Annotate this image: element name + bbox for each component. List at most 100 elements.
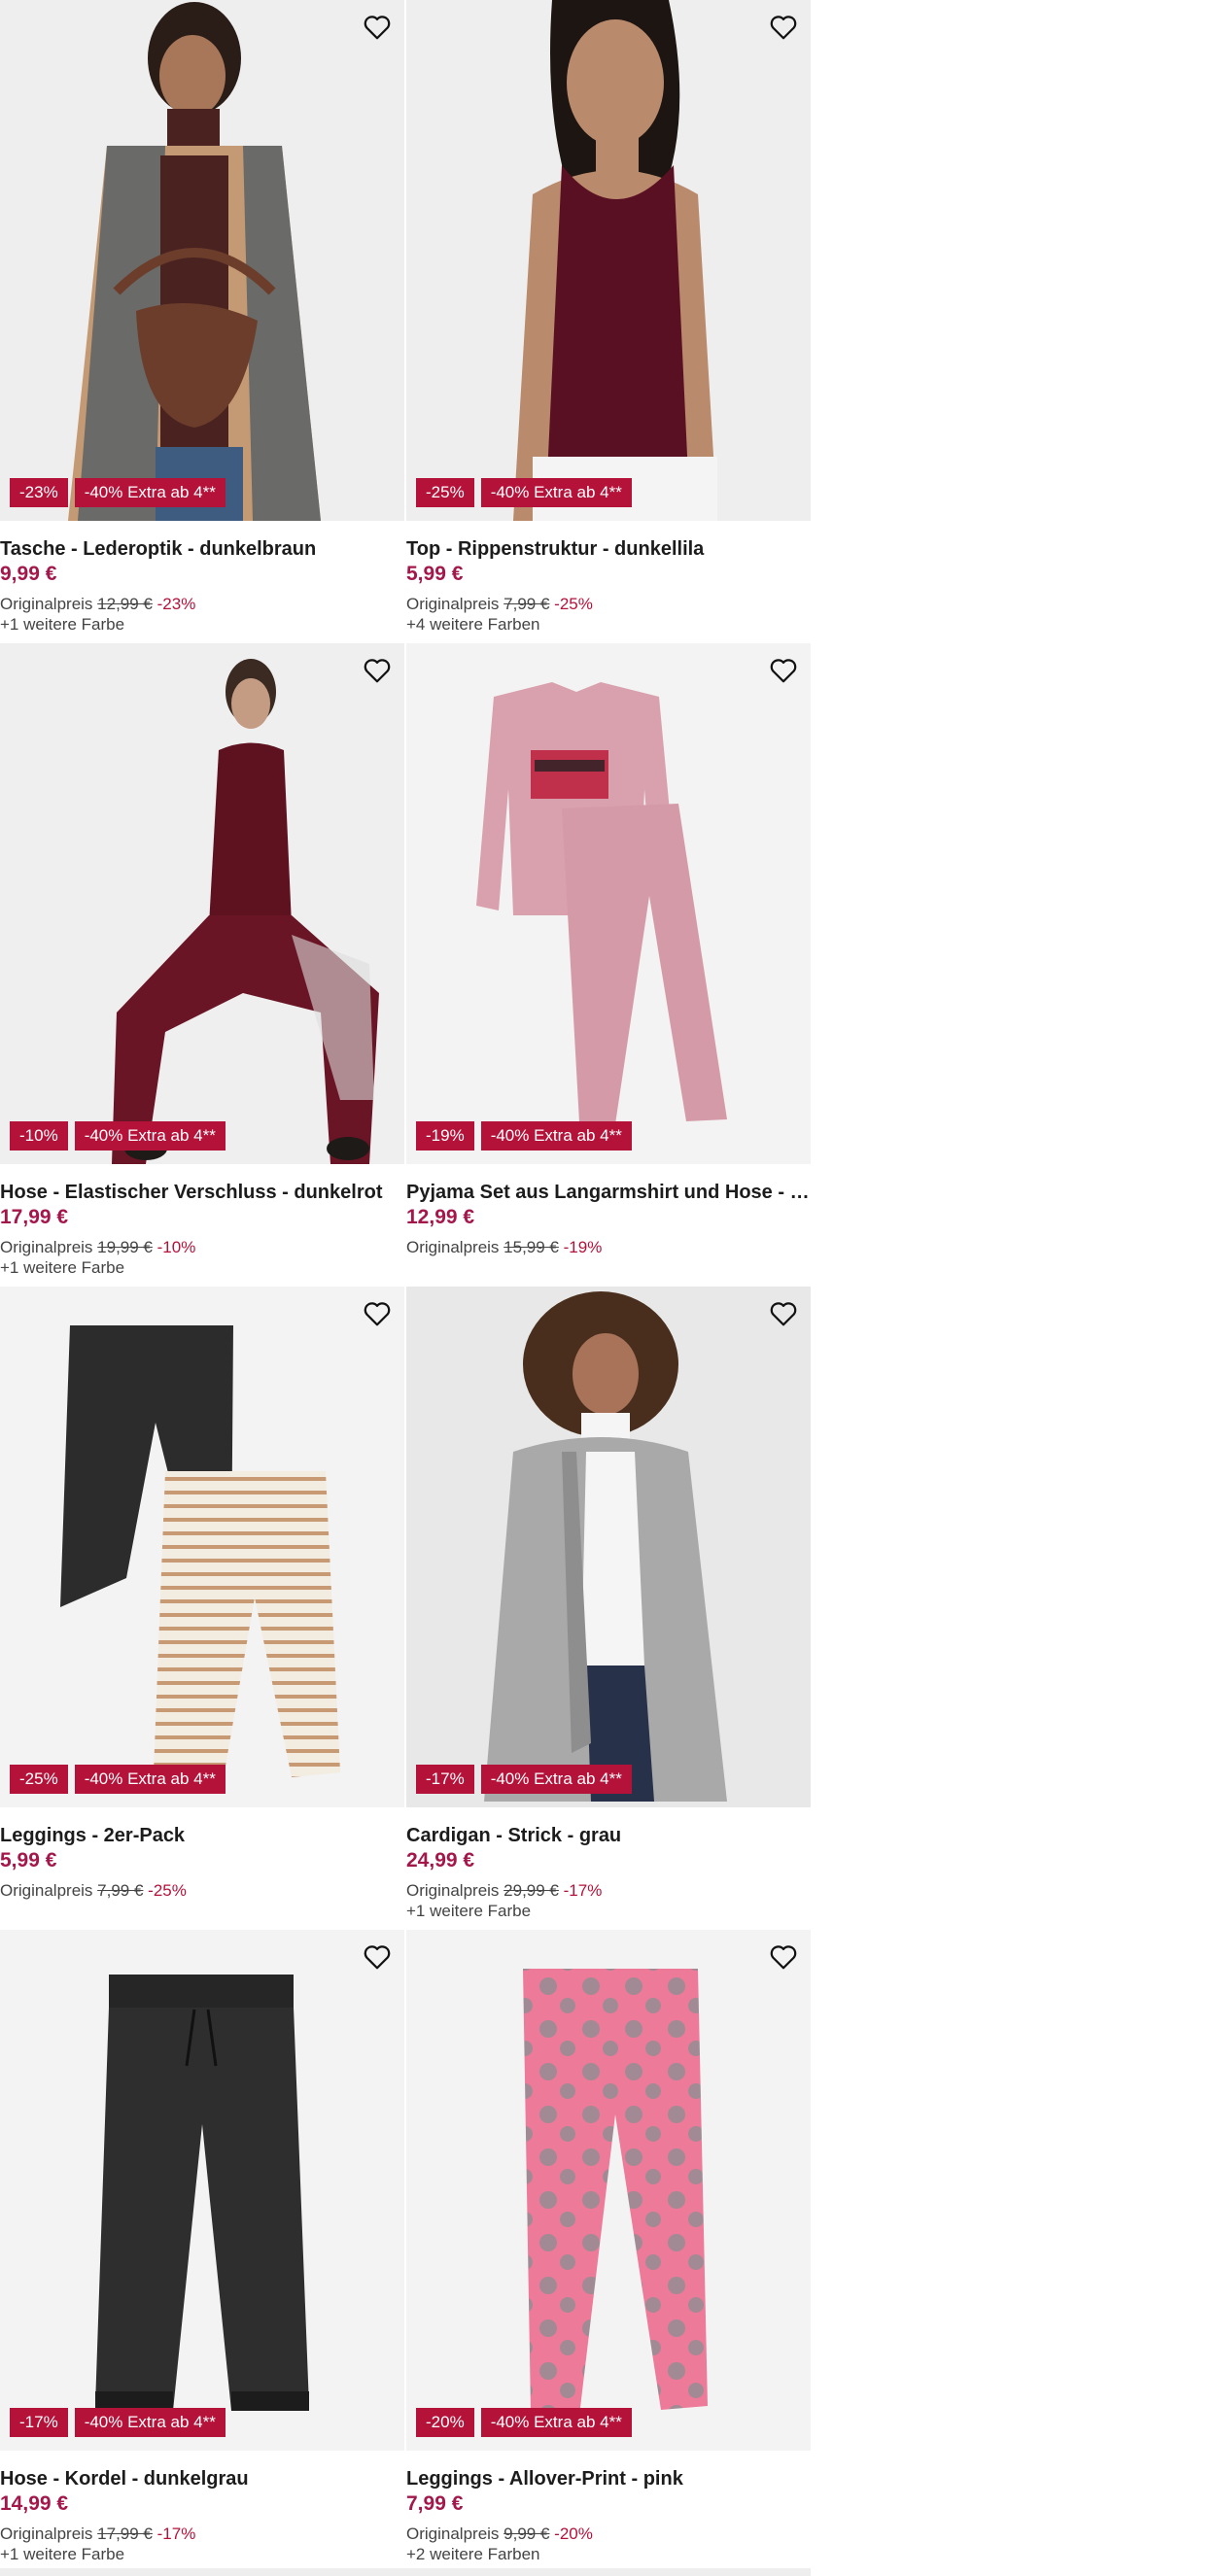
product-card[interactable]: -17% -40% Extra ab 4** Hose - Kordel - d… xyxy=(0,1930,404,2573)
wishlist-heart-icon[interactable] xyxy=(360,10,395,45)
more-colors[interactable]: +1 weitere Farbe xyxy=(406,1902,811,1921)
trousers-model-image xyxy=(0,643,404,1164)
product-price: 5,99 € xyxy=(406,563,464,585)
product-grid: -23% -40% Extra ab 4** Tasche - Lederopt… xyxy=(0,0,811,2573)
original-price: Originalpreis 19,99 € -10% xyxy=(0,1237,404,1258)
wishlist-heart-icon[interactable] xyxy=(766,1940,801,1975)
discount-badge: -25% xyxy=(10,1765,68,1794)
product-price: 12,99 € xyxy=(406,1206,475,1228)
original-price-discount: -23% xyxy=(156,595,196,613)
product-price: 9,99 € xyxy=(0,563,57,585)
original-price: Originalpreis 15,99 € -19% xyxy=(406,1237,811,1258)
original-price-value: 15,99 € xyxy=(503,1238,559,1256)
jogger-pants-image xyxy=(0,1930,404,2451)
product-info: Leggings - Allover-Print - pink 7,99 € O… xyxy=(406,2451,811,2564)
product-image[interactable]: -25% -40% Extra ab 4** xyxy=(0,1287,404,1807)
next-row-edge xyxy=(0,2568,811,2576)
badges: -20% -40% Extra ab 4** xyxy=(416,2408,632,2437)
product-card[interactable]: -25% -40% Extra ab 4** Top - Rippenstruk… xyxy=(406,0,811,643)
product-title[interactable]: Leggings - Allover-Print - pink xyxy=(406,2466,811,2491)
product-card[interactable]: -23% -40% Extra ab 4** Tasche - Lederopt… xyxy=(0,0,404,643)
original-price: Originalpreis 29,99 € -17% xyxy=(406,1880,811,1902)
original-price-discount: -10% xyxy=(156,1238,196,1256)
product-card[interactable]: -17% -40% Extra ab 4** Cardigan - Strick… xyxy=(406,1287,811,1930)
wishlist-heart-icon[interactable] xyxy=(766,653,801,688)
product-image[interactable]: -25% -40% Extra ab 4** xyxy=(406,0,811,521)
wishlist-heart-icon[interactable] xyxy=(766,1296,801,1331)
product-price: 17,99 € xyxy=(0,1206,69,1228)
original-price-discount: -17% xyxy=(156,2524,196,2543)
product-title[interactable]: Hose - Elastischer Verschluss - dunkelro… xyxy=(0,1180,404,1205)
original-price-discount: -25% xyxy=(554,595,593,613)
product-title[interactable]: Cardigan - Strick - grau xyxy=(406,1823,811,1848)
product-image[interactable]: -23% -40% Extra ab 4** xyxy=(0,0,404,521)
wishlist-heart-icon[interactable] xyxy=(360,1940,395,1975)
extra-discount-badge: -40% Extra ab 4** xyxy=(74,2408,226,2437)
product-card[interactable]: -20% -40% Extra ab 4** Leggings - Allove… xyxy=(406,1930,811,2573)
product-image[interactable]: -17% -40% Extra ab 4** xyxy=(0,1930,404,2451)
original-price: Originalpreis 9,99 € -20% xyxy=(406,2524,811,2545)
product-title[interactable]: Hose - Kordel - dunkelgrau xyxy=(0,2466,404,2491)
product-info: Hose - Elastischer Verschluss - dunkelro… xyxy=(0,1164,404,1278)
badges: -25% -40% Extra ab 4** xyxy=(10,1765,226,1794)
discount-badge: -17% xyxy=(10,2408,68,2437)
product-info: Leggings - 2er-Pack 5,99 € Originalpreis… xyxy=(0,1807,404,1902)
product-card[interactable]: -19% -40% Extra ab 4** Pyjama Set aus La… xyxy=(406,643,811,1287)
product-info: Top - Rippenstruktur - dunkellila 5,99 €… xyxy=(406,521,811,635)
wishlist-heart-icon[interactable] xyxy=(766,10,801,45)
product-title[interactable]: Top - Rippenstruktur - dunkellila xyxy=(406,536,811,562)
badges: -17% -40% Extra ab 4** xyxy=(416,1765,632,1794)
wishlist-heart-icon[interactable] xyxy=(360,1296,395,1331)
more-colors[interactable]: +1 weitere Farbe xyxy=(0,2545,404,2564)
discount-badge: -19% xyxy=(416,1121,474,1151)
product-card[interactable]: -25% -40% Extra ab 4** Leggings - 2er-Pa… xyxy=(0,1287,404,1930)
product-image[interactable]: -17% -40% Extra ab 4** xyxy=(406,1287,811,1807)
product-title[interactable]: Leggings - 2er-Pack xyxy=(0,1823,404,1848)
original-price-label: Originalpreis xyxy=(406,2524,500,2543)
more-colors[interactable]: +1 weitere Farbe xyxy=(0,615,404,635)
product-price: 24,99 € xyxy=(406,1849,475,1872)
product-price: 7,99 € xyxy=(406,2492,464,2515)
original-price-discount: -19% xyxy=(563,1238,603,1256)
discount-badge: -10% xyxy=(10,1121,68,1151)
product-title[interactable]: Pyjama Set aus Langarmshirt und Hose - P… xyxy=(406,1180,811,1205)
badges: -25% -40% Extra ab 4** xyxy=(416,478,632,507)
original-price-value: 17,99 € xyxy=(97,2524,153,2543)
extra-discount-badge: -40% Extra ab 4** xyxy=(480,1121,632,1151)
extra-discount-badge: -40% Extra ab 4** xyxy=(74,478,226,507)
original-price-label: Originalpreis xyxy=(0,1881,93,1900)
original-price-value: 12,99 € xyxy=(97,595,153,613)
discount-badge: -17% xyxy=(416,1765,474,1794)
badges: -10% -40% Extra ab 4** xyxy=(10,1121,226,1151)
product-price: 14,99 € xyxy=(0,2492,69,2515)
original-price-label: Originalpreis xyxy=(406,595,500,613)
extra-discount-badge: -40% Extra ab 4** xyxy=(480,1765,632,1794)
extra-discount-badge: -40% Extra ab 4** xyxy=(480,478,632,507)
more-colors[interactable]: +4 weitere Farben xyxy=(406,615,811,635)
product-image[interactable]: -20% -40% Extra ab 4** xyxy=(406,1930,811,2451)
product-card[interactable]: -10% -40% Extra ab 4** Hose - Elastische… xyxy=(0,643,404,1287)
original-price-label: Originalpreis xyxy=(0,1238,93,1256)
extra-discount-badge: -40% Extra ab 4** xyxy=(480,2408,632,2437)
original-price-label: Originalpreis xyxy=(406,1881,500,1900)
badges: -23% -40% Extra ab 4** xyxy=(10,478,226,507)
leggings-pack-image xyxy=(0,1287,404,1807)
discount-badge: -20% xyxy=(416,2408,474,2437)
original-price-value: 7,99 € xyxy=(503,595,550,613)
product-title[interactable]: Tasche - Lederoptik - dunkelbraun xyxy=(0,536,404,562)
wishlist-heart-icon[interactable] xyxy=(360,653,395,688)
original-price-label: Originalpreis xyxy=(0,595,93,613)
badges: -19% -40% Extra ab 4** xyxy=(416,1121,632,1151)
product-image[interactable]: -19% -40% Extra ab 4** xyxy=(406,643,811,1164)
more-colors[interactable]: +2 weitere Farben xyxy=(406,2545,811,2564)
more-colors[interactable]: +1 weitere Farbe xyxy=(0,1258,404,1278)
original-price-discount: -20% xyxy=(554,2524,593,2543)
top-model-image xyxy=(406,0,811,521)
original-price-value: 29,99 € xyxy=(503,1881,559,1900)
original-price-label: Originalpreis xyxy=(406,1238,500,1256)
original-price: Originalpreis 7,99 € -25% xyxy=(0,1880,404,1902)
original-price: Originalpreis 12,99 € -23% xyxy=(0,594,404,615)
pyjama-set-image xyxy=(406,643,811,1164)
product-info: Hose - Kordel - dunkelgrau 14,99 € Origi… xyxy=(0,2451,404,2564)
product-image[interactable]: -10% -40% Extra ab 4** xyxy=(0,643,404,1164)
